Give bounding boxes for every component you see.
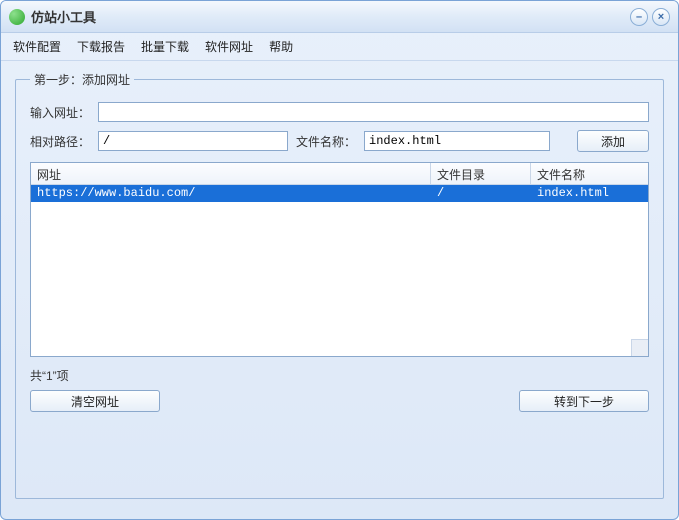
titlebar: 仿站小工具 – ×	[1, 1, 678, 33]
clear-button[interactable]: 清空网址	[30, 390, 160, 412]
rel-path-field[interactable]	[98, 131, 288, 151]
content-area: 第一步：添加网址 输入网址： 相对路径： 文件名称： 添加 网址 文件目录 文件…	[1, 61, 678, 513]
filename-field[interactable]	[364, 131, 550, 151]
th-url[interactable]: 网址	[31, 163, 431, 184]
footer-row: 清空网址 转到下一步	[30, 390, 649, 412]
row-input-url: 输入网址：	[30, 102, 649, 122]
table-header: 网址 文件目录 文件名称	[31, 163, 648, 185]
row-path-file: 相对路径： 文件名称： 添加	[30, 130, 649, 152]
table-body: https://www.baidu.com/ / index.html	[31, 185, 648, 202]
app-window: 仿站小工具 – × 软件配置 下载报告 批量下载 软件网址 帮助 第一步：添加网…	[0, 0, 679, 520]
status-text: 共“1”项	[30, 367, 649, 384]
cell-file: index.html	[531, 185, 648, 202]
minimize-button[interactable]: –	[630, 8, 648, 26]
th-file[interactable]: 文件名称	[531, 163, 648, 184]
th-dir[interactable]: 文件目录	[431, 163, 531, 184]
filename-label: 文件名称：	[296, 133, 356, 150]
menu-software-config[interactable]: 软件配置	[13, 38, 61, 55]
menu-batch-download[interactable]: 批量下载	[141, 38, 189, 55]
group-legend: 第一步：添加网址	[30, 71, 134, 88]
window-title: 仿站小工具	[31, 7, 626, 26]
menubar: 软件配置 下载报告 批量下载 软件网址 帮助	[1, 33, 678, 61]
next-button[interactable]: 转到下一步	[519, 390, 649, 412]
table-row[interactable]: https://www.baidu.com/ / index.html	[31, 185, 648, 202]
cell-url: https://www.baidu.com/	[31, 185, 431, 202]
cell-dir: /	[431, 185, 531, 202]
rel-path-label: 相对路径：	[30, 133, 90, 150]
app-icon	[9, 9, 25, 25]
close-button[interactable]: ×	[652, 8, 670, 26]
menu-help[interactable]: 帮助	[269, 38, 293, 55]
add-button[interactable]: 添加	[577, 130, 649, 152]
input-url-field[interactable]	[98, 102, 649, 122]
input-url-label: 输入网址：	[30, 104, 90, 121]
step1-group: 第一步：添加网址 输入网址： 相对路径： 文件名称： 添加 网址 文件目录 文件…	[15, 71, 664, 499]
scroll-corner	[631, 339, 648, 356]
url-table: 网址 文件目录 文件名称 https://www.baidu.com/ / in…	[30, 162, 649, 357]
menu-download-report[interactable]: 下载报告	[77, 38, 125, 55]
menu-software-url[interactable]: 软件网址	[205, 38, 253, 55]
